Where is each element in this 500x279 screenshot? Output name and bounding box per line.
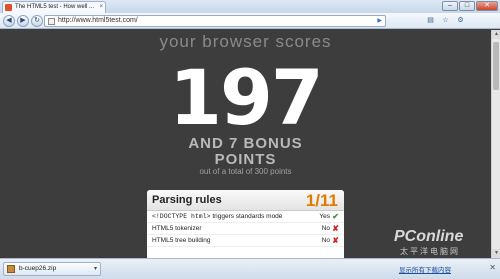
watermark: PConline 太平洋电脑网 xyxy=(384,228,496,258)
scroll-up-icon[interactable]: ▲ xyxy=(492,30,500,39)
total-score: 197 xyxy=(169,53,324,142)
table-row: HTML5 tree building No ✘ xyxy=(147,235,344,247)
tab-title: The HTML5 test - How well ... xyxy=(15,4,95,10)
row-result: No xyxy=(321,237,330,244)
check-icon: ✔ xyxy=(332,212,339,221)
page-icon xyxy=(48,18,55,25)
bonus-points: AND 7 BONUS POINTS xyxy=(0,136,491,168)
card-title: Parsing rules xyxy=(152,194,222,206)
close-download-bar-icon[interactable]: ✕ xyxy=(489,263,496,272)
page-content: your browser scores 197 AND 7 BONUS POIN… xyxy=(0,30,491,258)
row-result: No xyxy=(321,225,330,232)
watermark-logo: PConline xyxy=(394,228,464,245)
browser-toolbar: ◀ ▶ ↻ http://www.html5test.com/ ▶ ▤ ☆ ⚙ xyxy=(0,13,500,29)
download-bar: b-cuep26.zip ▾ 显示所有下载内容 ✕ xyxy=(0,258,500,279)
watermark-subtitle: 太平洋电脑网 xyxy=(400,247,460,256)
forward-button[interactable]: ▶ xyxy=(17,15,29,27)
close-window-button[interactable]: ✕ xyxy=(476,1,498,11)
card-header: Parsing rules 1/11 xyxy=(147,190,344,211)
html5-favicon-icon xyxy=(5,4,12,11)
browser-tab[interactable]: The HTML5 test - How well ... × xyxy=(2,1,106,13)
go-icon[interactable]: ▶ xyxy=(377,16,382,26)
download-item[interactable]: b-cuep26.zip ▾ xyxy=(3,262,101,276)
chevron-down-icon[interactable]: ▾ xyxy=(94,263,97,275)
table-row: HTML5 tokenizer No ✘ xyxy=(147,223,344,235)
page-menu-icon[interactable]: ▤ xyxy=(425,16,436,26)
row-code: <!DOCTYPE html> xyxy=(152,213,211,220)
cross-icon: ✘ xyxy=(332,236,339,245)
table-row: <!DOCTYPE html> triggers standards mode … xyxy=(147,211,344,223)
wrench-icon[interactable]: ⚙ xyxy=(455,16,466,26)
minimize-button[interactable]: – xyxy=(442,1,458,11)
tab-close-icon[interactable]: × xyxy=(99,2,103,12)
address-bar[interactable]: http://www.html5test.com/ ▶ xyxy=(44,15,386,27)
card-score: 1/11 xyxy=(305,191,338,210)
title-bar: The HTML5 test - How well ... × – □ ✕ xyxy=(0,0,500,13)
back-button[interactable]: ◀ xyxy=(3,15,15,27)
reload-button[interactable]: ↻ xyxy=(31,15,43,27)
bonus-line-2: POINTS xyxy=(214,151,277,168)
vertical-scrollbar[interactable]: ▲ ▼ xyxy=(491,30,500,258)
bonus-line-1: AND 7 BONUS xyxy=(188,135,303,152)
toolbar-icons: ▤ ☆ ⚙ xyxy=(425,16,466,26)
cross-icon: ✘ xyxy=(332,224,339,233)
scroll-thumb[interactable] xyxy=(493,42,499,90)
show-all-downloads-link[interactable]: 显示所有下载内容 xyxy=(399,264,451,274)
out-of-total: out of a total of 300 points xyxy=(199,167,292,176)
maximize-button[interactable]: □ xyxy=(459,1,475,11)
row-text: HTML5 tree building xyxy=(152,237,211,244)
parsing-rules-card: Parsing rules 1/11 <!DOCTYPE html> trigg… xyxy=(147,190,344,258)
url-text[interactable]: http://www.html5test.com/ xyxy=(58,16,138,26)
row-text: HTML5 tokenizer xyxy=(152,225,202,232)
row-result: Yes xyxy=(319,213,330,220)
window-controls: – □ ✕ xyxy=(442,1,498,11)
download-file-name: b-cuep26.zip xyxy=(19,265,57,272)
star-icon[interactable]: ☆ xyxy=(440,16,451,26)
scores-label: your browser scores xyxy=(159,32,332,51)
zip-file-icon xyxy=(7,265,15,273)
row-text: triggers standards mode xyxy=(210,213,283,220)
